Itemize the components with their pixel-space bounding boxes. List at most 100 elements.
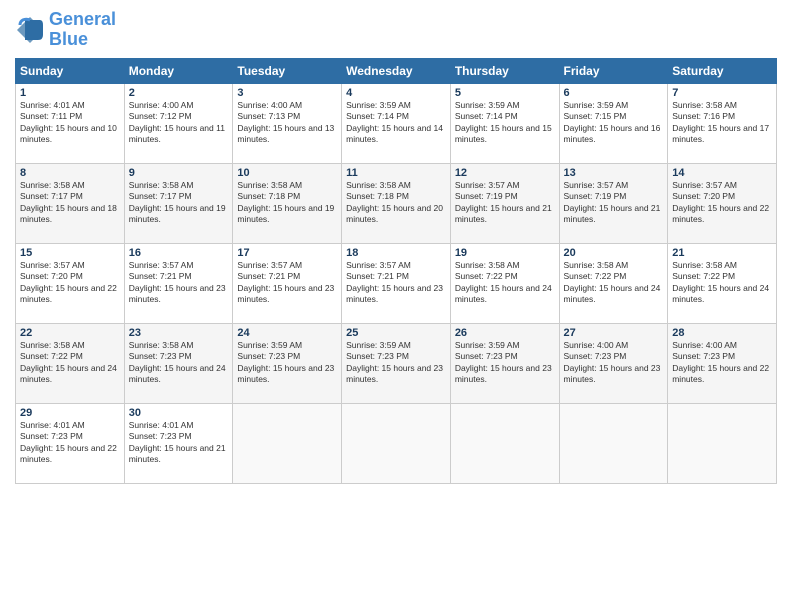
day-info: Sunrise: 3:58 AMSunset: 7:23 PMDaylight:… <box>129 340 229 386</box>
calendar-table: Sunday Monday Tuesday Wednesday Thursday… <box>15 58 777 484</box>
table-row <box>233 403 342 483</box>
table-row: 8Sunrise: 3:58 AMSunset: 7:17 PMDaylight… <box>16 163 125 243</box>
day-number: 15 <box>20 247 120 259</box>
day-number: 10 <box>237 167 337 179</box>
day-number: 5 <box>455 87 555 99</box>
day-number: 30 <box>129 407 229 419</box>
day-number: 12 <box>455 167 555 179</box>
day-number: 19 <box>455 247 555 259</box>
day-number: 27 <box>564 327 664 339</box>
day-info: Sunrise: 3:59 AMSunset: 7:15 PMDaylight:… <box>564 100 664 146</box>
day-number: 11 <box>346 167 446 179</box>
day-number: 7 <box>672 87 772 99</box>
day-info: Sunrise: 3:57 AMSunset: 7:19 PMDaylight:… <box>564 180 664 226</box>
header-row: Sunday Monday Tuesday Wednesday Thursday… <box>16 58 777 83</box>
day-number: 26 <box>455 327 555 339</box>
table-row: 1Sunrise: 4:01 AMSunset: 7:11 PMDaylight… <box>16 83 125 163</box>
table-row: 24Sunrise: 3:59 AMSunset: 7:23 PMDayligh… <box>233 323 342 403</box>
table-row: 16Sunrise: 3:57 AMSunset: 7:21 PMDayligh… <box>124 243 233 323</box>
col-saturday: Saturday <box>668 58 777 83</box>
day-number: 29 <box>20 407 120 419</box>
day-info: Sunrise: 3:59 AMSunset: 7:14 PMDaylight:… <box>346 100 446 146</box>
table-row <box>342 403 451 483</box>
table-row: 22Sunrise: 3:58 AMSunset: 7:22 PMDayligh… <box>16 323 125 403</box>
day-number: 13 <box>564 167 664 179</box>
table-row: 13Sunrise: 3:57 AMSunset: 7:19 PMDayligh… <box>559 163 668 243</box>
day-info: Sunrise: 4:00 AMSunset: 7:12 PMDaylight:… <box>129 100 229 146</box>
day-info: Sunrise: 3:58 AMSunset: 7:22 PMDaylight:… <box>564 260 664 306</box>
day-info: Sunrise: 3:58 AMSunset: 7:18 PMDaylight:… <box>237 180 337 226</box>
day-number: 9 <box>129 167 229 179</box>
col-tuesday: Tuesday <box>233 58 342 83</box>
header: General Blue <box>15 10 777 50</box>
calendar-week-5: 29 Sunrise: 4:01 AMSunset: 7:23 PMDayligh… <box>16 403 777 483</box>
table-row: 10Sunrise: 3:58 AMSunset: 7:18 PMDayligh… <box>233 163 342 243</box>
table-row: 23Sunrise: 3:58 AMSunset: 7:23 PMDayligh… <box>124 323 233 403</box>
day-number: 6 <box>564 87 664 99</box>
table-row: 6Sunrise: 3:59 AMSunset: 7:15 PMDaylight… <box>559 83 668 163</box>
logo-icon <box>15 15 45 45</box>
table-row: 7Sunrise: 3:58 AMSunset: 7:16 PMDaylight… <box>668 83 777 163</box>
day-number: 23 <box>129 327 229 339</box>
day-number: 21 <box>672 247 772 259</box>
day-info: Sunrise: 3:58 AMSunset: 7:22 PMDaylight:… <box>455 260 555 306</box>
table-row: 25Sunrise: 3:59 AMSunset: 7:23 PMDayligh… <box>342 323 451 403</box>
table-row: 9Sunrise: 3:58 AMSunset: 7:17 PMDaylight… <box>124 163 233 243</box>
day-number: 17 <box>237 247 337 259</box>
day-number: 22 <box>20 327 120 339</box>
day-info: Sunrise: 3:58 AMSunset: 7:16 PMDaylight:… <box>672 100 772 146</box>
day-info: Sunrise: 3:57 AMSunset: 7:20 PMDaylight:… <box>672 180 772 226</box>
calendar-week-3: 15Sunrise: 3:57 AMSunset: 7:20 PMDayligh… <box>16 243 777 323</box>
day-info: Sunrise: 3:57 AMSunset: 7:19 PMDaylight:… <box>455 180 555 226</box>
day-info: Sunrise: 3:57 AMSunset: 7:21 PMDaylight:… <box>129 260 229 306</box>
table-row: 21Sunrise: 3:58 AMSunset: 7:22 PMDayligh… <box>668 243 777 323</box>
day-info: Sunrise: 3:59 AMSunset: 7:14 PMDaylight:… <box>455 100 555 146</box>
day-number: 1 <box>20 87 120 99</box>
day-number: 3 <box>237 87 337 99</box>
day-info: Sunrise: 4:00 AMSunset: 7:23 PMDaylight:… <box>672 340 772 386</box>
table-row: 29Sunrise: 4:01 AMSunset: 7:23 PMDayligh… <box>16 403 125 483</box>
table-row <box>668 403 777 483</box>
col-friday: Friday <box>559 58 668 83</box>
day-number: 20 <box>564 247 664 259</box>
col-thursday: Thursday <box>450 58 559 83</box>
day-number: 28 <box>672 327 772 339</box>
table-row: 3Sunrise: 4:00 AMSunset: 7:13 PMDaylight… <box>233 83 342 163</box>
day-number: 25 <box>346 327 446 339</box>
table-row: 2Sunrise: 4:00 AMSunset: 7:12 PMDaylight… <box>124 83 233 163</box>
page: General Blue Sunday Monday Tuesday Wedne… <box>0 0 792 612</box>
table-row: 5Sunrise: 3:59 AMSunset: 7:14 PMDaylight… <box>450 83 559 163</box>
calendar-week-4: 22Sunrise: 3:58 AMSunset: 7:22 PMDayligh… <box>16 323 777 403</box>
day-info: Sunrise: 3:58 AMSunset: 7:22 PMDaylight:… <box>672 260 772 306</box>
calendar-header: Sunday Monday Tuesday Wednesday Thursday… <box>16 58 777 83</box>
day-info: Sunrise: 3:59 AMSunset: 7:23 PMDaylight:… <box>237 340 337 386</box>
table-row: 19Sunrise: 3:58 AMSunset: 7:22 PMDayligh… <box>450 243 559 323</box>
day-info: Sunrise: 3:59 AMSunset: 7:23 PMDaylight:… <box>346 340 446 386</box>
calendar-week-2: 8Sunrise: 3:58 AMSunset: 7:17 PMDaylight… <box>16 163 777 243</box>
table-row: 28Sunrise: 4:00 AMSunset: 7:23 PMDayligh… <box>668 323 777 403</box>
logo-text: General Blue <box>49 10 116 50</box>
table-row: 27Sunrise: 4:00 AMSunset: 7:23 PMDayligh… <box>559 323 668 403</box>
day-info: Sunrise: 3:57 AMSunset: 7:21 PMDaylight:… <box>237 260 337 306</box>
day-info: Sunrise: 3:58 AMSunset: 7:17 PMDaylight:… <box>20 180 120 226</box>
table-row: 17Sunrise: 3:57 AMSunset: 7:21 PMDayligh… <box>233 243 342 323</box>
col-wednesday: Wednesday <box>342 58 451 83</box>
day-info: Sunrise: 3:58 AMSunset: 7:18 PMDaylight:… <box>346 180 446 226</box>
day-number: 8 <box>20 167 120 179</box>
day-info: Sunrise: 3:58 AMSunset: 7:17 PMDaylight:… <box>129 180 229 226</box>
logo: General Blue <box>15 10 116 50</box>
day-number: 24 <box>237 327 337 339</box>
table-row: 18Sunrise: 3:57 AMSunset: 7:21 PMDayligh… <box>342 243 451 323</box>
day-number: 2 <box>129 87 229 99</box>
day-number: 4 <box>346 87 446 99</box>
table-row: 15Sunrise: 3:57 AMSunset: 7:20 PMDayligh… <box>16 243 125 323</box>
day-info: Sunrise: 3:57 AMSunset: 7:20 PMDaylight:… <box>20 260 120 306</box>
day-info: Sunrise: 3:59 AMSunset: 7:23 PMDaylight:… <box>455 340 555 386</box>
table-row: 20Sunrise: 3:58 AMSunset: 7:22 PMDayligh… <box>559 243 668 323</box>
table-row <box>450 403 559 483</box>
day-info: Sunrise: 4:01 AMSunset: 7:23 PMDaylight:… <box>129 420 229 466</box>
day-info: Sunrise: 4:00 AMSunset: 7:13 PMDaylight:… <box>237 100 337 146</box>
calendar-body: 1Sunrise: 4:01 AMSunset: 7:11 PMDaylight… <box>16 83 777 483</box>
calendar-week-1: 1Sunrise: 4:01 AMSunset: 7:11 PMDaylight… <box>16 83 777 163</box>
day-info: Sunrise: 3:58 AMSunset: 7:22 PMDaylight:… <box>20 340 120 386</box>
